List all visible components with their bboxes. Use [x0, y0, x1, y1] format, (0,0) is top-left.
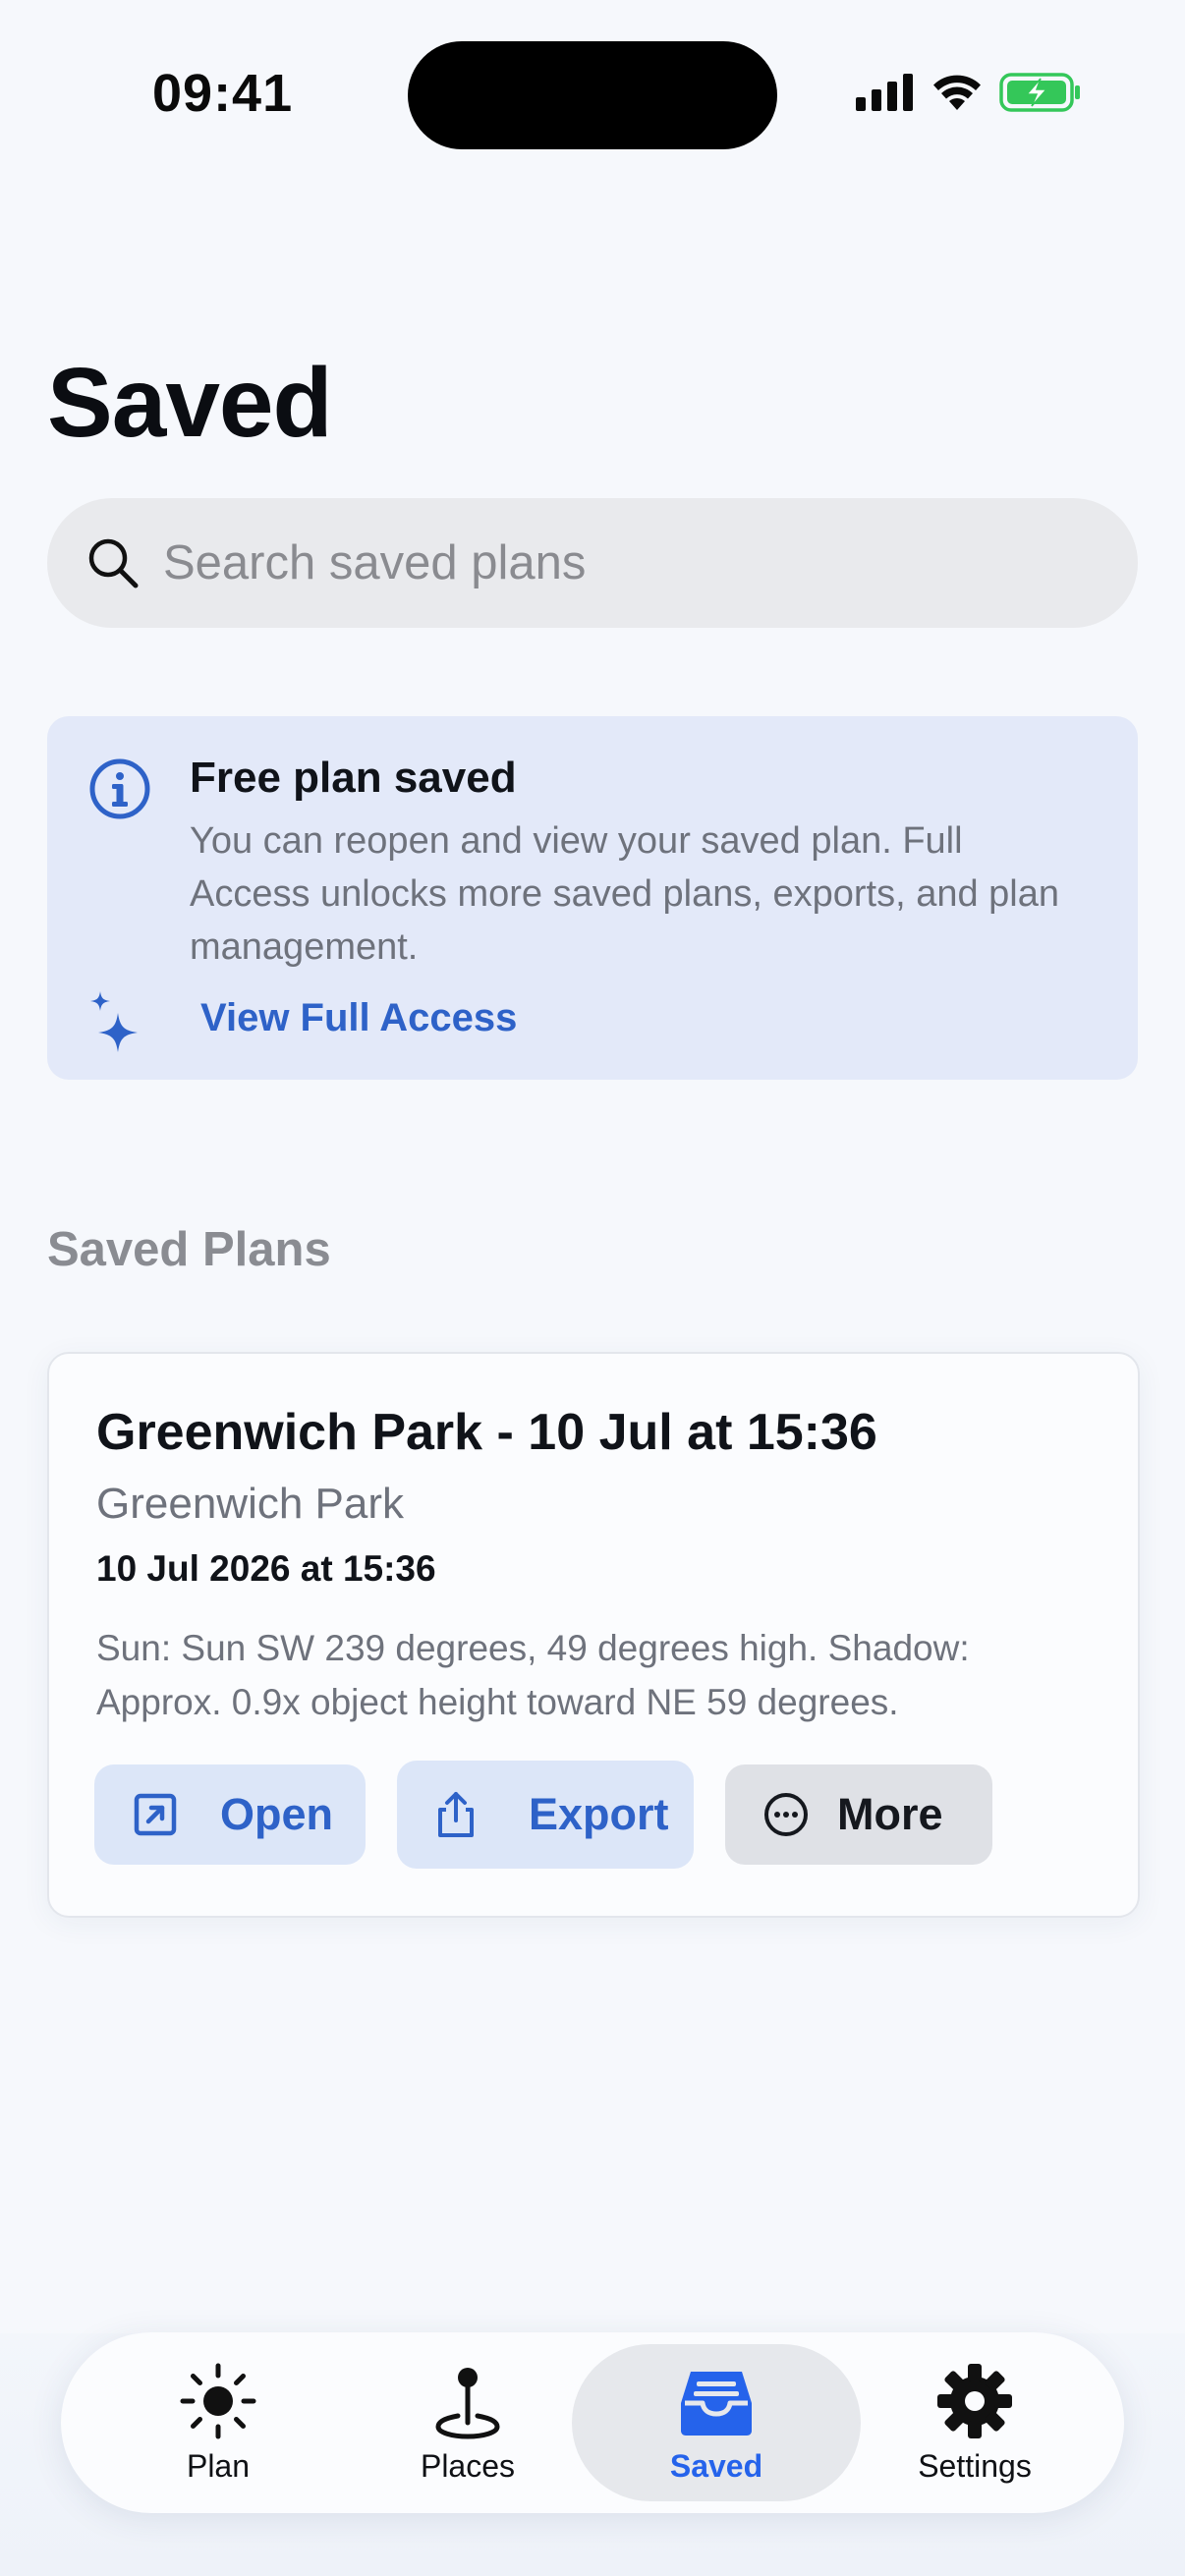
tab-settings[interactable]: Settings — [867, 2344, 1083, 2501]
gear-icon — [937, 2363, 1012, 2438]
saved-plan-card[interactable]: Greenwich Park - 10 Jul at 15:36 Greenwi… — [47, 1352, 1140, 1918]
share-icon — [438, 1792, 474, 1837]
sun-icon — [180, 2363, 256, 2438]
search-input[interactable] — [161, 534, 1049, 591]
tab-plan-label: Plan — [186, 2447, 251, 2484]
open-arrow-icon — [134, 1793, 177, 1836]
tab-saved-label: Saved — [669, 2447, 763, 2484]
tab-places-label: Places — [420, 2447, 516, 2484]
wifi-icon — [933, 75, 981, 110]
export-button[interactable]: Export — [397, 1761, 694, 1869]
page-title: Saved — [47, 348, 333, 458]
tab-bar: Plan Places Saved Settings — [61, 2332, 1124, 2513]
export-button-label: Export — [529, 1789, 669, 1839]
battery-charging-icon — [999, 73, 1080, 112]
tab-saved[interactable]: Saved — [572, 2344, 861, 2501]
info-icon — [89, 758, 150, 819]
ellipsis-circle-icon — [764, 1793, 808, 1836]
tab-places[interactable]: Places — [369, 2344, 566, 2501]
sparkle-icon — [90, 991, 138, 1052]
view-full-access-link[interactable]: View Full Access — [200, 996, 517, 1040]
cellular-signal-icon — [856, 74, 913, 111]
plan-date: 10 Jul 2026 at 15:36 — [96, 1548, 436, 1589]
info-card-title: Free plan saved — [190, 754, 517, 802]
more-button[interactable]: More — [725, 1764, 992, 1865]
open-button[interactable]: Open — [94, 1764, 366, 1865]
status-icons — [856, 73, 1082, 112]
status-time: 09:41 — [152, 64, 294, 123]
tab-settings-label: Settings — [918, 2447, 1032, 2484]
map-pin-icon — [435, 2367, 500, 2439]
search-icon — [88, 538, 139, 588]
info-card-body: You can reopen and view your saved plan.… — [190, 820, 1060, 968]
open-button-label: Open — [220, 1789, 334, 1839]
tray-icon — [681, 2371, 752, 2436]
status-bar: 09:41 — [0, 0, 1185, 149]
plan-place: Greenwich Park — [96, 1480, 405, 1528]
search-bar[interactable] — [47, 498, 1138, 628]
plan-title: Greenwich Park - 10 Jul at 15:36 — [96, 1404, 877, 1461]
tab-plan[interactable]: Plan — [120, 2344, 316, 2501]
plan-description: Sun: Sun SW 239 degrees, 49 degrees high… — [96, 1628, 970, 1722]
more-button-label: More — [837, 1789, 943, 1839]
section-title: Saved Plans — [47, 1223, 331, 1276]
dynamic-island — [408, 41, 777, 149]
free-plan-info-card: Free plan saved You can reopen and view … — [47, 716, 1138, 1080]
